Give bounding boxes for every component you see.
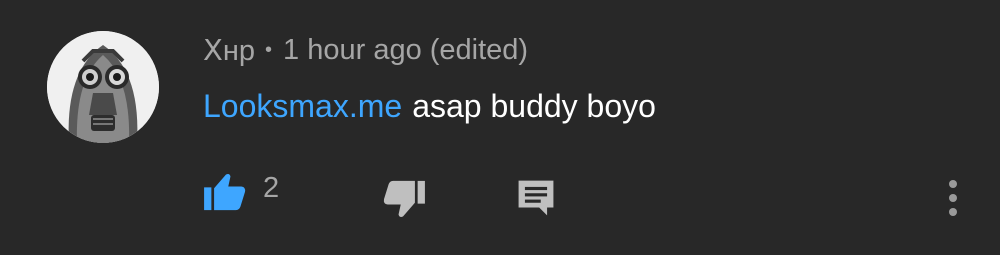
author-name[interactable]: Ⅹнр bbox=[203, 33, 255, 68]
comment-body: Looksmax.me asap buddy boyo bbox=[203, 84, 656, 128]
gas-mask-avatar-image bbox=[47, 31, 159, 143]
more-options-button[interactable] bbox=[940, 174, 966, 222]
reply-comment-icon bbox=[518, 180, 554, 216]
avatar[interactable] bbox=[47, 31, 159, 143]
meta-separator: • bbox=[265, 38, 273, 61]
comment-timestamp: 1 hour ago (edited) bbox=[283, 33, 529, 66]
more-vertical-icon bbox=[949, 180, 957, 216]
reply-button[interactable] bbox=[514, 178, 558, 218]
thumbs-up-icon bbox=[204, 174, 246, 211]
like-count: 2 bbox=[263, 172, 280, 204]
thumbs-down-icon bbox=[383, 180, 425, 217]
comment-item: Ⅹнр • 1 hour ago (edited) Looksmax.me as… bbox=[0, 0, 1000, 255]
comment-meta: Ⅹнр • 1 hour ago (edited) bbox=[203, 30, 528, 70]
comment-text: asap buddy boyo bbox=[412, 87, 656, 124]
dislike-button[interactable] bbox=[380, 178, 428, 222]
comment-actions: 2 bbox=[0, 166, 1000, 222]
comment-link[interactable]: Looksmax.me bbox=[203, 88, 402, 125]
like-button[interactable] bbox=[200, 166, 250, 216]
